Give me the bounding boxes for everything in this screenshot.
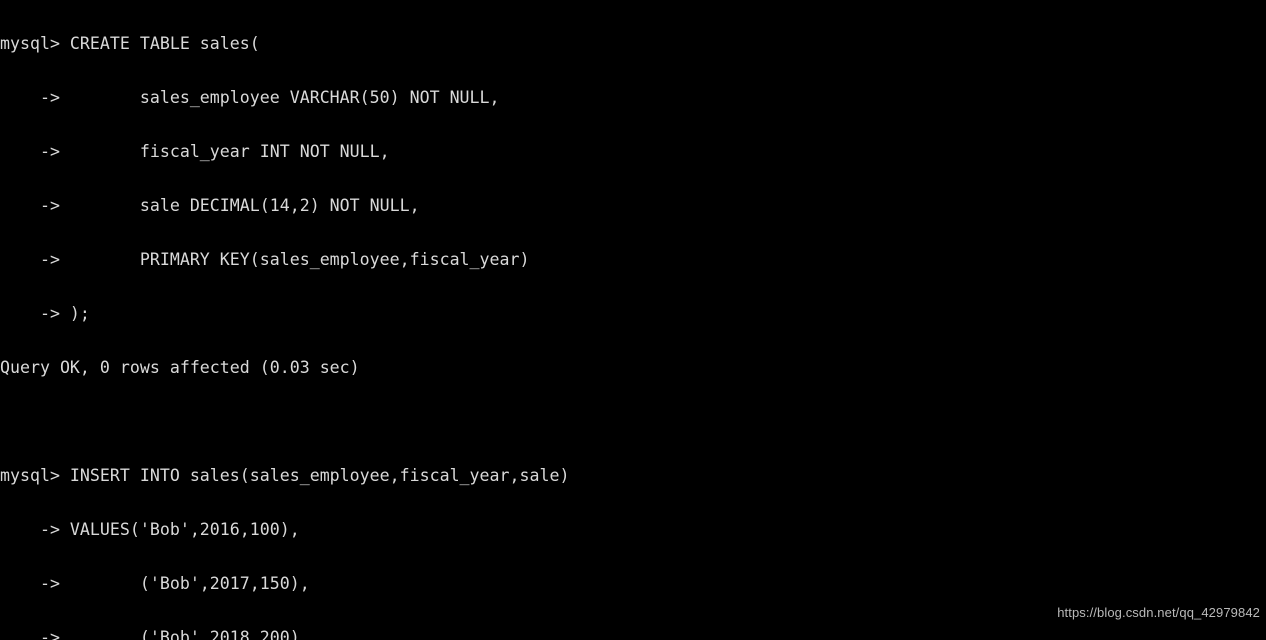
terminal-line: -> fiscal_year INT NOT NULL,: [0, 142, 390, 161]
terminal-line: -> sales_employee VARCHAR(50) NOT NULL,: [0, 88, 500, 107]
terminal-line: -> ('Bob',2018,200),: [0, 628, 310, 640]
terminal-line: mysql> INSERT INTO sales(sales_employee,…: [0, 466, 570, 485]
terminal-line: -> VALUES('Bob',2016,100),: [0, 520, 300, 539]
terminal-line: mysql> CREATE TABLE sales(: [0, 34, 260, 53]
terminal-line: Query OK, 0 rows affected (0.03 sec): [0, 358, 360, 377]
terminal-window[interactable]: mysql> CREATE TABLE sales( -> sales_empl…: [0, 0, 1266, 640]
terminal-line: -> );: [0, 304, 90, 323]
terminal-output[interactable]: mysql> CREATE TABLE sales( -> sales_empl…: [0, 0, 1266, 640]
terminal-line: -> sale DECIMAL(14,2) NOT NULL,: [0, 196, 420, 215]
terminal-line: -> ('Bob',2017,150),: [0, 574, 310, 593]
terminal-line: -> PRIMARY KEY(sales_employee,fiscal_yea…: [0, 250, 530, 269]
